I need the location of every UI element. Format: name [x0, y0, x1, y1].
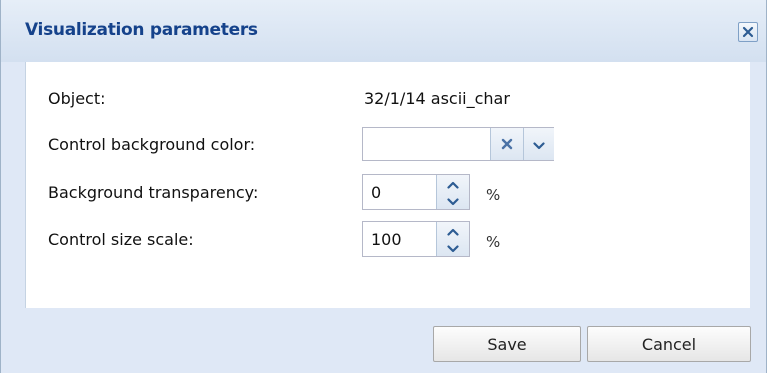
scale-unit: %: [486, 233, 501, 251]
bg-color-combo: [362, 127, 554, 161]
cancel-button[interactable]: Cancel: [587, 326, 751, 362]
close-button[interactable]: [738, 22, 758, 42]
transparency-spinner: 0: [362, 174, 470, 210]
object-value: 32/1/14 ascii_char: [364, 89, 510, 108]
scale-label: Control size scale:: [48, 230, 194, 249]
close-icon: [742, 23, 754, 42]
transparency-unit: %: [486, 186, 501, 204]
color-dropdown-button[interactable]: [523, 128, 554, 160]
transparency-label: Background transparency:: [48, 183, 259, 202]
scale-spinner: 100: [362, 221, 470, 257]
scale-decrement-button[interactable]: [437, 239, 469, 256]
transparency-decrement-button[interactable]: [437, 192, 469, 209]
scale-input[interactable]: 100: [371, 230, 402, 249]
visualization-parameters-dialog: Visualization parameters Object: 32/1/14…: [0, 0, 767, 373]
object-label: Object:: [48, 89, 106, 108]
dialog-footer: Save Cancel: [25, 308, 751, 373]
scale-increment-button[interactable]: [437, 222, 469, 239]
bg-color-label: Control background color:: [48, 135, 256, 154]
transparency-input[interactable]: 0: [371, 183, 381, 202]
clear-color-button[interactable]: [490, 128, 523, 160]
save-button[interactable]: Save: [433, 326, 581, 362]
bg-color-input[interactable]: [363, 128, 489, 160]
chevron-down-icon: [533, 135, 545, 154]
dialog-titlebar: Visualization parameters: [1, 0, 766, 62]
chevron-down-icon: [447, 191, 459, 210]
clear-x-icon: [501, 135, 513, 154]
form-panel: Object: 32/1/14 ascii_char Control backg…: [25, 62, 750, 308]
dialog-title: Visualization parameters: [25, 20, 258, 40]
transparency-increment-button[interactable]: [437, 175, 469, 192]
transparency-spinner-buttons: [436, 175, 469, 209]
scale-spinner-buttons: [436, 222, 469, 256]
chevron-down-icon: [447, 238, 459, 257]
